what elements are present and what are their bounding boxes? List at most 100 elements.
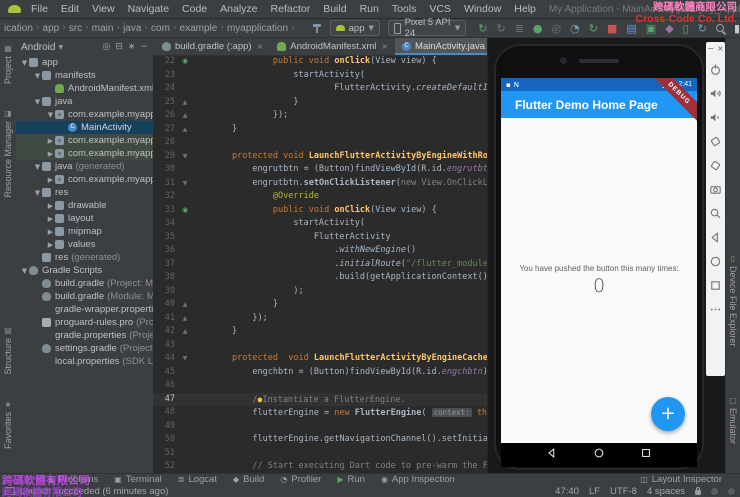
tree-item-gradle-properties[interactable]: gradle.properties (Project Pro (16, 329, 153, 342)
nav-back-button[interactable] (546, 446, 558, 464)
tree-item-mipmap[interactable]: ▶mipmap (16, 225, 153, 238)
tool-strip-item-device-file-explorer[interactable]: ▯Device File Explorer (725, 254, 740, 347)
tool-window-run[interactable]: ▶Run (337, 474, 365, 485)
tree-expand-icon[interactable]: ▶ (46, 176, 55, 184)
search-everywhere-icon[interactable] (716, 24, 725, 33)
profile-app-icon[interactable]: ↻ (589, 23, 598, 34)
tree-item-gradle-wrapper-properties[interactable]: gradle-wrapper.properties (G (16, 303, 153, 316)
tool-strip-item-emulator[interactable]: ▢Emulator (725, 396, 740, 444)
tool-window-app-inspection[interactable]: ◉App Inspection (381, 474, 455, 485)
menu-window[interactable]: Window (464, 3, 501, 15)
tree-item-res[interactable]: res (generated) (16, 251, 153, 264)
android-emulator-phone[interactable]: ▪N 2:41 Flutter Demo Home Page You have … (494, 44, 704, 470)
breadcrumb-item[interactable]: ication (4, 23, 33, 34)
caret-position[interactable]: 47:40 (555, 486, 579, 497)
notifications-icon[interactable]: ▮ (734, 23, 740, 34)
debug-icon[interactable]: ● (533, 23, 543, 34)
menu-tools[interactable]: Tools (392, 3, 417, 15)
sidebar-item-resource-manager[interactable]: ◨Resource Manager (0, 109, 16, 198)
tree-expand-icon[interactable]: ▶ (46, 215, 55, 223)
tree-item-proguard-rules-pro[interactable]: proguard-rules.pro (ProGuar (16, 316, 153, 329)
editor-tab-androidmanifest-xml[interactable]: AndroidManifest.xml× (270, 38, 395, 55)
tool-window-terminal[interactable]: ▣Terminal (114, 474, 161, 485)
fab-add-button[interactable]: + (651, 397, 685, 431)
close-icon[interactable]: × (257, 42, 264, 51)
tree-item-settings-gradle[interactable]: settings.gradle (Project Setti (16, 342, 153, 355)
nav-home-button[interactable] (593, 446, 605, 464)
emulator-icon[interactable]: ▣ (646, 23, 656, 34)
back-icon[interactable] (708, 225, 723, 249)
stop-icon[interactable]: ■ (607, 23, 617, 34)
minimize-icon[interactable]: − (707, 44, 714, 53)
home-icon[interactable] (708, 249, 723, 273)
tool-window-problems[interactable]: ▲Problems (48, 474, 98, 485)
tree-expand-icon[interactable]: ▼ (33, 163, 42, 171)
camera-icon[interactable] (708, 177, 723, 201)
power-icon[interactable] (708, 57, 723, 81)
breadcrumb-item[interactable]: myapplication (227, 23, 288, 34)
menu-run[interactable]: Run (360, 3, 379, 15)
tree-item-manifests[interactable]: ▼manifests (16, 69, 153, 82)
menu-refactor[interactable]: Refactor (271, 3, 311, 15)
editor-tab-build-gradle-app-[interactable]: build.gradle (:app)× (155, 38, 270, 55)
tree-expand-icon[interactable]: ▶ (46, 202, 55, 210)
rerun-icon[interactable]: ↻ (478, 23, 487, 34)
tree-item-com-example-myapplicatio[interactable]: ▶com.example.myapplicatio (16, 147, 153, 160)
rotate-left-icon[interactable] (708, 129, 723, 153)
menu-navigate[interactable]: Navigate (128, 3, 169, 15)
rotate-right-icon[interactable] (708, 153, 723, 177)
tree-expand-icon[interactable]: ▼ (33, 189, 42, 197)
tree-expand-icon[interactable]: ▼ (46, 111, 55, 119)
attach-debugger-icon[interactable]: ◎ (552, 23, 562, 34)
indent-setting[interactable]: 4 spaces (647, 486, 685, 497)
menu-file[interactable]: File (31, 3, 48, 15)
menu-build[interactable]: Build (323, 3, 346, 15)
sdk-manager-icon[interactable]: ◆ (665, 23, 673, 34)
menu-edit[interactable]: Edit (61, 3, 79, 15)
tree-item-local-properties[interactable]: local.properties (SDK Locatio (16, 355, 153, 368)
project-header-action-icon[interactable]: ⊟ (115, 42, 123, 52)
tree-item-com-example-myapplicatio[interactable]: ▼com.example.myapplicatio (16, 108, 153, 121)
tree-item-gradle-scripts[interactable]: ▼Gradle Scripts (16, 264, 153, 277)
project-view-selector[interactable]: Android (21, 42, 55, 53)
sidebar-item-project[interactable]: ▦Project (0, 44, 16, 84)
breadcrumb-item[interactable]: app (43, 23, 60, 34)
tree-item-values[interactable]: ▶values (16, 238, 153, 251)
close-icon[interactable]: × (717, 44, 724, 53)
line-ending[interactable]: LF (589, 486, 600, 497)
tree-item-com-example-myapplicatio[interactable]: ▶com.example.myapplicatio (16, 173, 153, 186)
tool-window-profiler[interactable]: ◔Profiler (280, 474, 321, 485)
zoom-icon[interactable] (708, 201, 723, 225)
project-header-action-icon[interactable]: ∗ (128, 42, 136, 52)
close-icon[interactable]: × (381, 42, 388, 51)
volume-down-icon[interactable] (708, 105, 723, 129)
tree-item-java[interactable]: ▼java (16, 95, 153, 108)
tree-expand-icon[interactable]: ▼ (20, 267, 29, 275)
menu-view[interactable]: View (92, 3, 115, 15)
tree-expand-icon[interactable]: ▶ (46, 228, 55, 236)
overview-icon[interactable] (708, 273, 723, 297)
breadcrumb-item[interactable]: src (69, 23, 82, 34)
nav-overview-button[interactable] (640, 446, 652, 464)
tree-expand-icon[interactable]: ▶ (46, 150, 55, 158)
breadcrumb-item[interactable]: main (92, 23, 114, 34)
menu-help[interactable]: Help (514, 3, 536, 15)
apply-changes-icon[interactable]: ↻ (496, 23, 505, 34)
sync-project-icon[interactable]: ↻ (698, 23, 707, 34)
profiler-icon[interactable]: ◔ (570, 23, 580, 34)
tree-item-build-gradle[interactable]: build.gradle (Project: My_Ap (16, 277, 153, 290)
run-configurations-icon[interactable]: ≣ (515, 23, 524, 34)
project-header-action-icon[interactable]: ◎ (103, 42, 111, 52)
device-file-explorer-icon[interactable]: ▤ (626, 23, 636, 34)
tree-expand-icon[interactable]: ▶ (46, 137, 55, 145)
device-manager-icon[interactable]: ▯ (683, 23, 689, 34)
file-encoding[interactable]: UTF-8 (610, 486, 637, 497)
breadcrumb-item[interactable]: example (180, 23, 218, 34)
run-config-select[interactable]: app ▼ (330, 20, 380, 36)
tree-item-app[interactable]: ▼app (16, 56, 153, 69)
menu-vcs[interactable]: VCS (429, 3, 451, 15)
sidebar-item-structure[interactable]: ▤Structure (0, 326, 16, 375)
menu-analyze[interactable]: Analyze (220, 3, 257, 15)
phone-screen[interactable]: ▪N 2:41 Flutter Demo Home Page You have … (501, 78, 697, 467)
menu-code[interactable]: Code (182, 3, 207, 15)
